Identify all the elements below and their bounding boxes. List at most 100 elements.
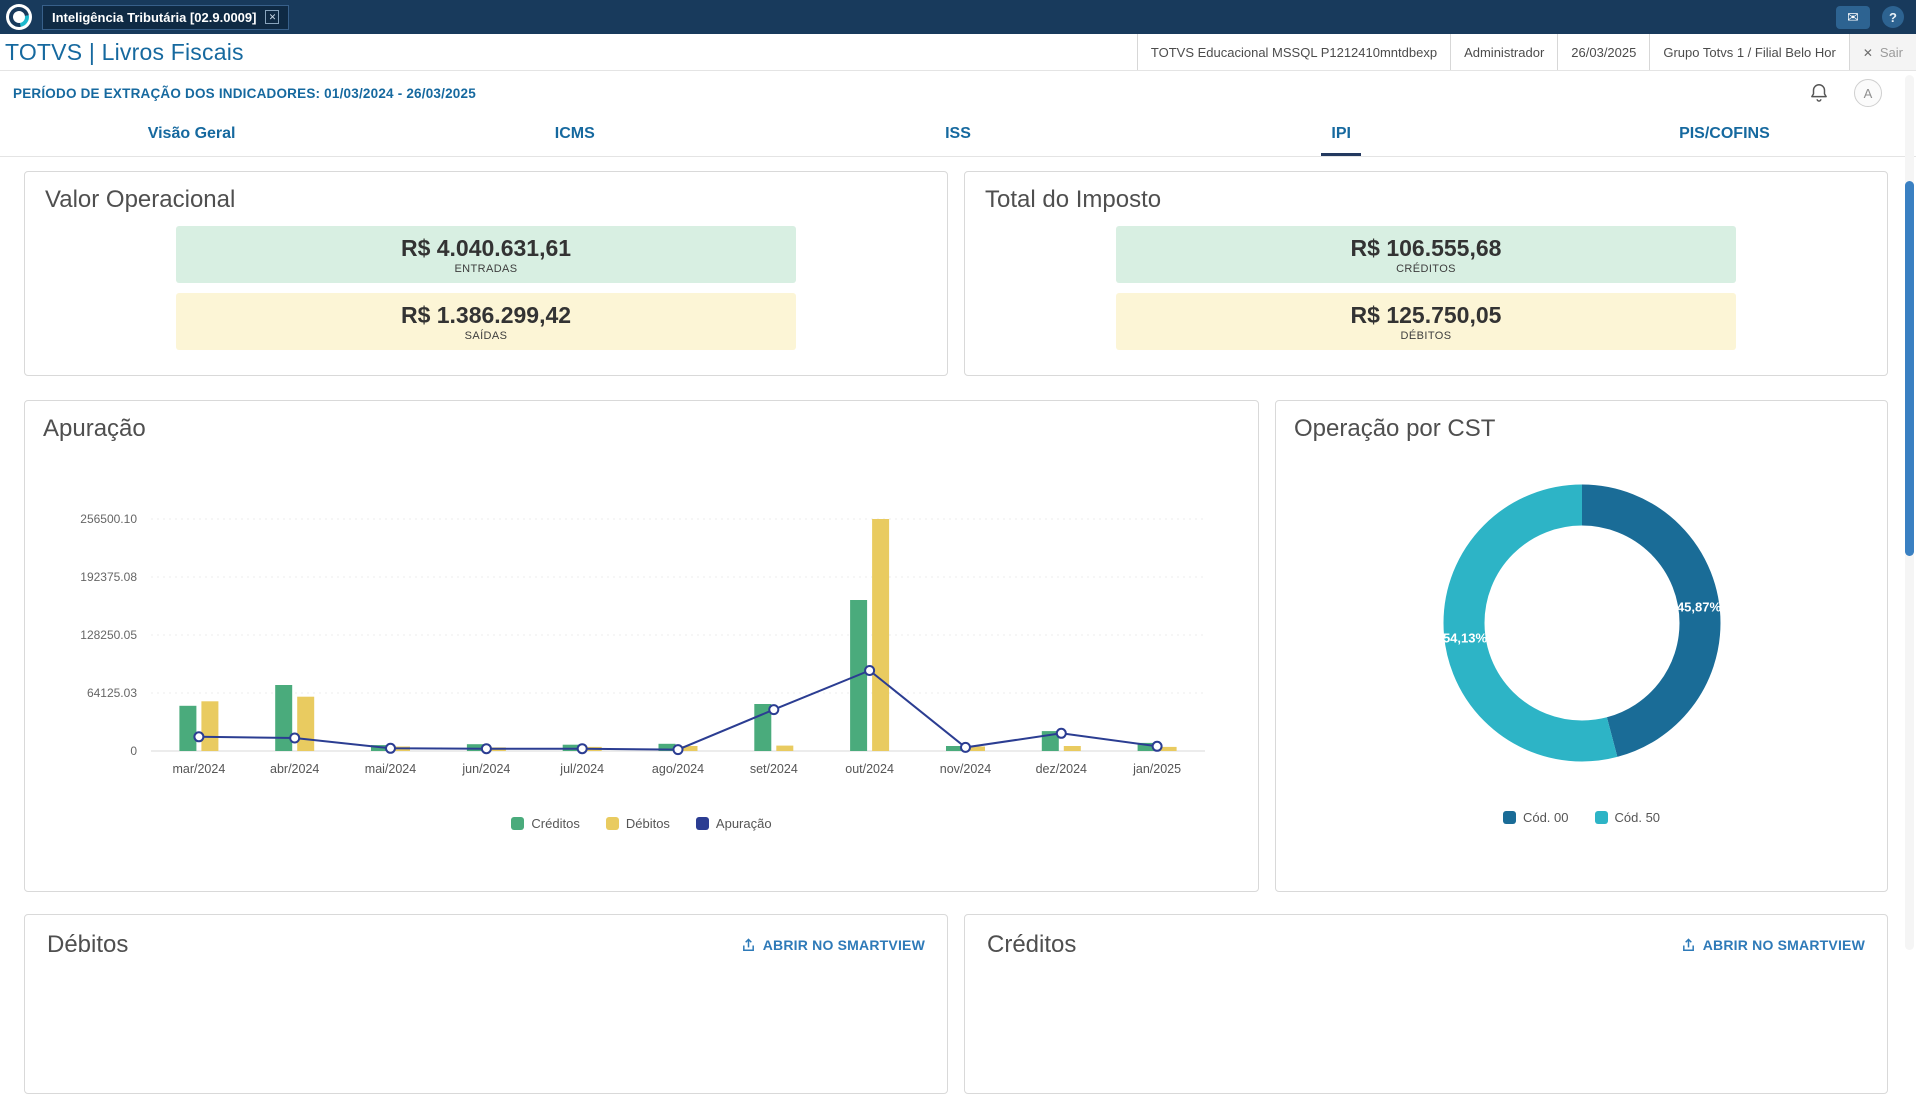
valor-operacional-card: Valor Operacional R$ 4.040.631,61 ENTRAD… xyxy=(24,171,948,376)
x-tick-label: out/2024 xyxy=(845,762,894,776)
period-row: PERÍODO DE EXTRAÇÃO DOS INDICADORES: 01/… xyxy=(0,71,1916,115)
user-avatar[interactable]: A xyxy=(1854,79,1882,107)
legend-item: Cód. 50 xyxy=(1594,810,1661,825)
debitos-bar xyxy=(776,745,794,751)
saidas-value: R$ 1.386.299,42 xyxy=(400,302,572,328)
y-tick-label: 256500.10 xyxy=(80,512,137,526)
apuracao-line-marker xyxy=(289,732,301,744)
card-title: Total do Imposto xyxy=(985,186,1162,213)
apuracao-chart-legend: Créditos Débitos Apuração xyxy=(43,816,1240,831)
vertical-scrollbar[interactable] xyxy=(1905,75,1914,950)
entradas-label: ENTRADAS xyxy=(454,263,518,275)
legend-swatch xyxy=(695,817,709,830)
legend-item: Débitos xyxy=(605,816,670,831)
tab-visao-geral[interactable]: Visão Geral xyxy=(0,115,383,156)
card-title: Apuração xyxy=(43,415,146,442)
cst-donut-chart: 45,87% 54,13% xyxy=(1443,484,1722,762)
apuracao-line-marker xyxy=(672,744,684,756)
app-title: TOTVS | Livros Fiscais xyxy=(5,38,244,65)
date-info: 26/03/2025 xyxy=(1557,34,1649,70)
card-title: Operação por CST xyxy=(1294,415,1496,442)
top-bar: Inteligência Tributária [02.9.0009] xyxy=(0,0,1916,34)
close-tab-icon[interactable] xyxy=(265,10,280,24)
creditos-card: Créditos ABRIR NO SMARTVIEW xyxy=(964,914,1888,1094)
legend-label: Cód. 50 xyxy=(1614,810,1661,825)
legend-item: Créditos xyxy=(511,816,580,831)
donut-slice-label: 54,13% xyxy=(1443,630,1488,645)
x-tick-label: mai/2024 xyxy=(365,762,416,776)
x-tick-label: jan/2025 xyxy=(1132,762,1181,776)
legend-label: Cód. 00 xyxy=(1522,810,1569,825)
y-tick-label: 0 xyxy=(130,744,137,758)
x-tick-label: jul/2024 xyxy=(559,762,604,776)
total-imposto-card: Total do Imposto R$ 106.555,68 CRÉDITOS … xyxy=(964,171,1888,376)
apuracao-line-marker xyxy=(1151,740,1163,752)
creditos-value: R$ 106.555,68 xyxy=(1350,235,1502,261)
environment-info: TOTVS Educacional MSSQL P1212410mntdbexp xyxy=(1136,34,1450,70)
notifications-bell-icon[interactable] xyxy=(1808,82,1830,104)
y-tick-label: 64125.03 xyxy=(87,686,137,700)
app-tab[interactable]: Inteligência Tributária [02.9.0009] xyxy=(42,4,290,30)
tab-pis-cofins[interactable]: PIS/COFINS xyxy=(1533,115,1916,156)
totvs-logo-icon xyxy=(6,4,32,30)
user-info: Administrador xyxy=(1450,34,1557,70)
abrir-smartview-link-creditos[interactable]: ABRIR NO SMARTVIEW xyxy=(1681,937,1865,953)
apuracao-line xyxy=(198,669,1158,751)
app-tab-label: Inteligência Tributária [02.9.0009] xyxy=(52,9,257,25)
x-tick-label: set/2024 xyxy=(750,762,798,776)
y-tick-label: 128250.05 xyxy=(80,628,137,642)
debitos-bar xyxy=(872,519,890,751)
session-info-bar: TOTVS Educacional MSSQL P1212410mntdbexp… xyxy=(1136,34,1916,70)
x-tick-label: abr/2024 xyxy=(270,762,319,776)
apuracao-line-marker xyxy=(1055,727,1067,739)
legend-item: Apuração xyxy=(695,816,772,831)
close-icon xyxy=(1863,45,1873,60)
y-tick-label: 192375.08 xyxy=(80,570,137,584)
card-title: Valor Operacional xyxy=(45,186,236,213)
app-header: TOTVS | Livros Fiscais TOTVS Educacional… xyxy=(0,34,1916,71)
apuracao-card: Apuração 0 64125.03 128250.05 192375.08 2565… xyxy=(24,400,1259,892)
apuracao-line-marker xyxy=(193,731,205,743)
tab-icms[interactable]: ICMS xyxy=(383,115,766,156)
entradas-value-pill: R$ 4.040.631,61 ENTRADAS xyxy=(176,226,796,283)
legend-swatch xyxy=(511,817,525,830)
saidas-value-pill: R$ 1.386.299,42 SAÍDAS xyxy=(176,293,796,350)
donut-slice-label: 45,87% xyxy=(1677,600,1722,615)
scrollbar-thumb[interactable] xyxy=(1905,181,1914,556)
logout-button[interactable]: Sair xyxy=(1848,34,1916,70)
creditos-label: CRÉDITOS xyxy=(1396,263,1456,275)
x-tick-label: jun/2024 xyxy=(461,762,510,776)
debitos-bar xyxy=(1063,746,1081,751)
x-tick-label: ago/2024 xyxy=(652,762,704,776)
cst-chart-legend: Cód. 00 Cód. 50 xyxy=(1294,810,1869,825)
debitos-bar xyxy=(297,696,315,751)
apuracao-line-marker xyxy=(768,704,780,716)
legend-item: Cód. 00 xyxy=(1502,810,1569,825)
x-tick-label: nov/2024 xyxy=(940,762,991,776)
help-icon[interactable] xyxy=(1882,6,1904,28)
legend-label: Apuração xyxy=(715,816,772,831)
tab-iss[interactable]: ISS xyxy=(766,115,1149,156)
debitos-value: R$ 125.750,05 xyxy=(1350,302,1502,328)
debitos-value-pill: R$ 125.750,05 DÉBITOS xyxy=(1116,293,1736,350)
entradas-value: R$ 4.040.631,61 xyxy=(400,235,572,261)
legend-swatch xyxy=(605,817,619,830)
x-tick-label: dez/2024 xyxy=(1036,762,1087,776)
abrir-smartview-link-debitos[interactable]: ABRIR NO SMARTVIEW xyxy=(741,937,925,953)
creditos-bar xyxy=(179,705,197,751)
legend-swatch xyxy=(1502,811,1516,824)
period-label: PERÍODO DE EXTRAÇÃO DOS INDICADORES: 01/… xyxy=(13,85,476,101)
apuracao-line-marker xyxy=(480,743,492,755)
operacao-cst-card: Operação por CST 45,87% 54,13% Cód. 00 Cód… xyxy=(1275,400,1888,892)
legend-label: Créditos xyxy=(531,816,580,831)
creditos-value-pill: R$ 106.555,68 CRÉDITOS xyxy=(1116,226,1736,283)
logout-label: Sair xyxy=(1879,44,1903,60)
branch-selector[interactable]: Grupo Totvs 1 / Filial Belo Hor xyxy=(1649,34,1848,70)
mail-icon[interactable] xyxy=(1836,5,1870,29)
creditos-bar xyxy=(275,685,293,751)
tab-ipi[interactable]: IPI xyxy=(1150,115,1533,156)
apuracao-line-marker xyxy=(385,742,396,754)
legend-label: Débitos xyxy=(625,816,670,831)
apuracao-chart: 0 64125.03 128250.05 192375.08 256500.10 mar/… xyxy=(80,512,1205,776)
apuracao-line-marker xyxy=(576,743,588,755)
